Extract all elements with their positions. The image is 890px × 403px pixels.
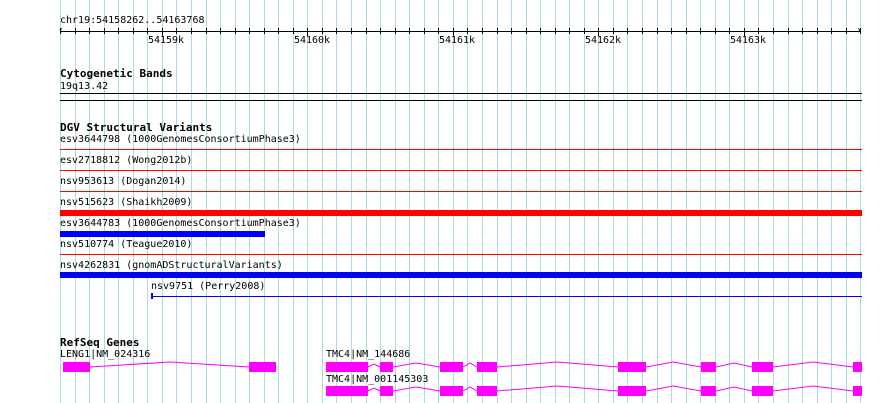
gene-exon[interactable]	[380, 362, 393, 372]
gene-exon[interactable]	[853, 386, 862, 396]
gene-intron-line	[772, 385, 854, 392]
gene-intron-line	[715, 362, 753, 368]
gene-exon[interactable]	[440, 362, 463, 372]
gene-exon[interactable]	[380, 386, 393, 396]
gene-intron-line	[462, 386, 478, 392]
gene-intron-line	[392, 386, 441, 392]
gene-exon[interactable]	[477, 362, 497, 372]
gene-intron-line	[645, 385, 702, 392]
gene-exon[interactable]	[249, 362, 276, 372]
gene-intron-line	[89, 361, 250, 368]
gene-exon[interactable]	[477, 386, 497, 396]
gene-exon[interactable]	[752, 386, 773, 396]
gene-intron-line	[645, 361, 702, 368]
gene-intron-line	[392, 362, 441, 368]
gene-exon[interactable]	[752, 362, 773, 372]
gene-intron-line	[496, 361, 619, 368]
gene-exon[interactable]	[326, 386, 368, 396]
gene-exon[interactable]	[853, 362, 862, 372]
gene-exon[interactable]	[701, 386, 716, 396]
gene-intron-line	[772, 361, 854, 368]
genome-browser-view: chr19:54158262..54163768 ‹ › 54159k 5416…	[0, 0, 890, 403]
gene-exon[interactable]	[618, 386, 646, 396]
gene-intron-line	[462, 362, 478, 368]
gene-exon[interactable]	[326, 362, 368, 372]
gene-exon[interactable]	[618, 362, 646, 372]
gene-intron-line	[496, 385, 619, 392]
gene-exon[interactable]	[701, 362, 716, 372]
gene-exon[interactable]	[63, 362, 90, 372]
gene-models[interactable]	[0, 0, 890, 403]
gene-intron-line	[367, 363, 381, 368]
gene-exon[interactable]	[440, 386, 463, 396]
gene-intron-line	[367, 387, 381, 392]
gene-intron-line	[715, 386, 753, 392]
